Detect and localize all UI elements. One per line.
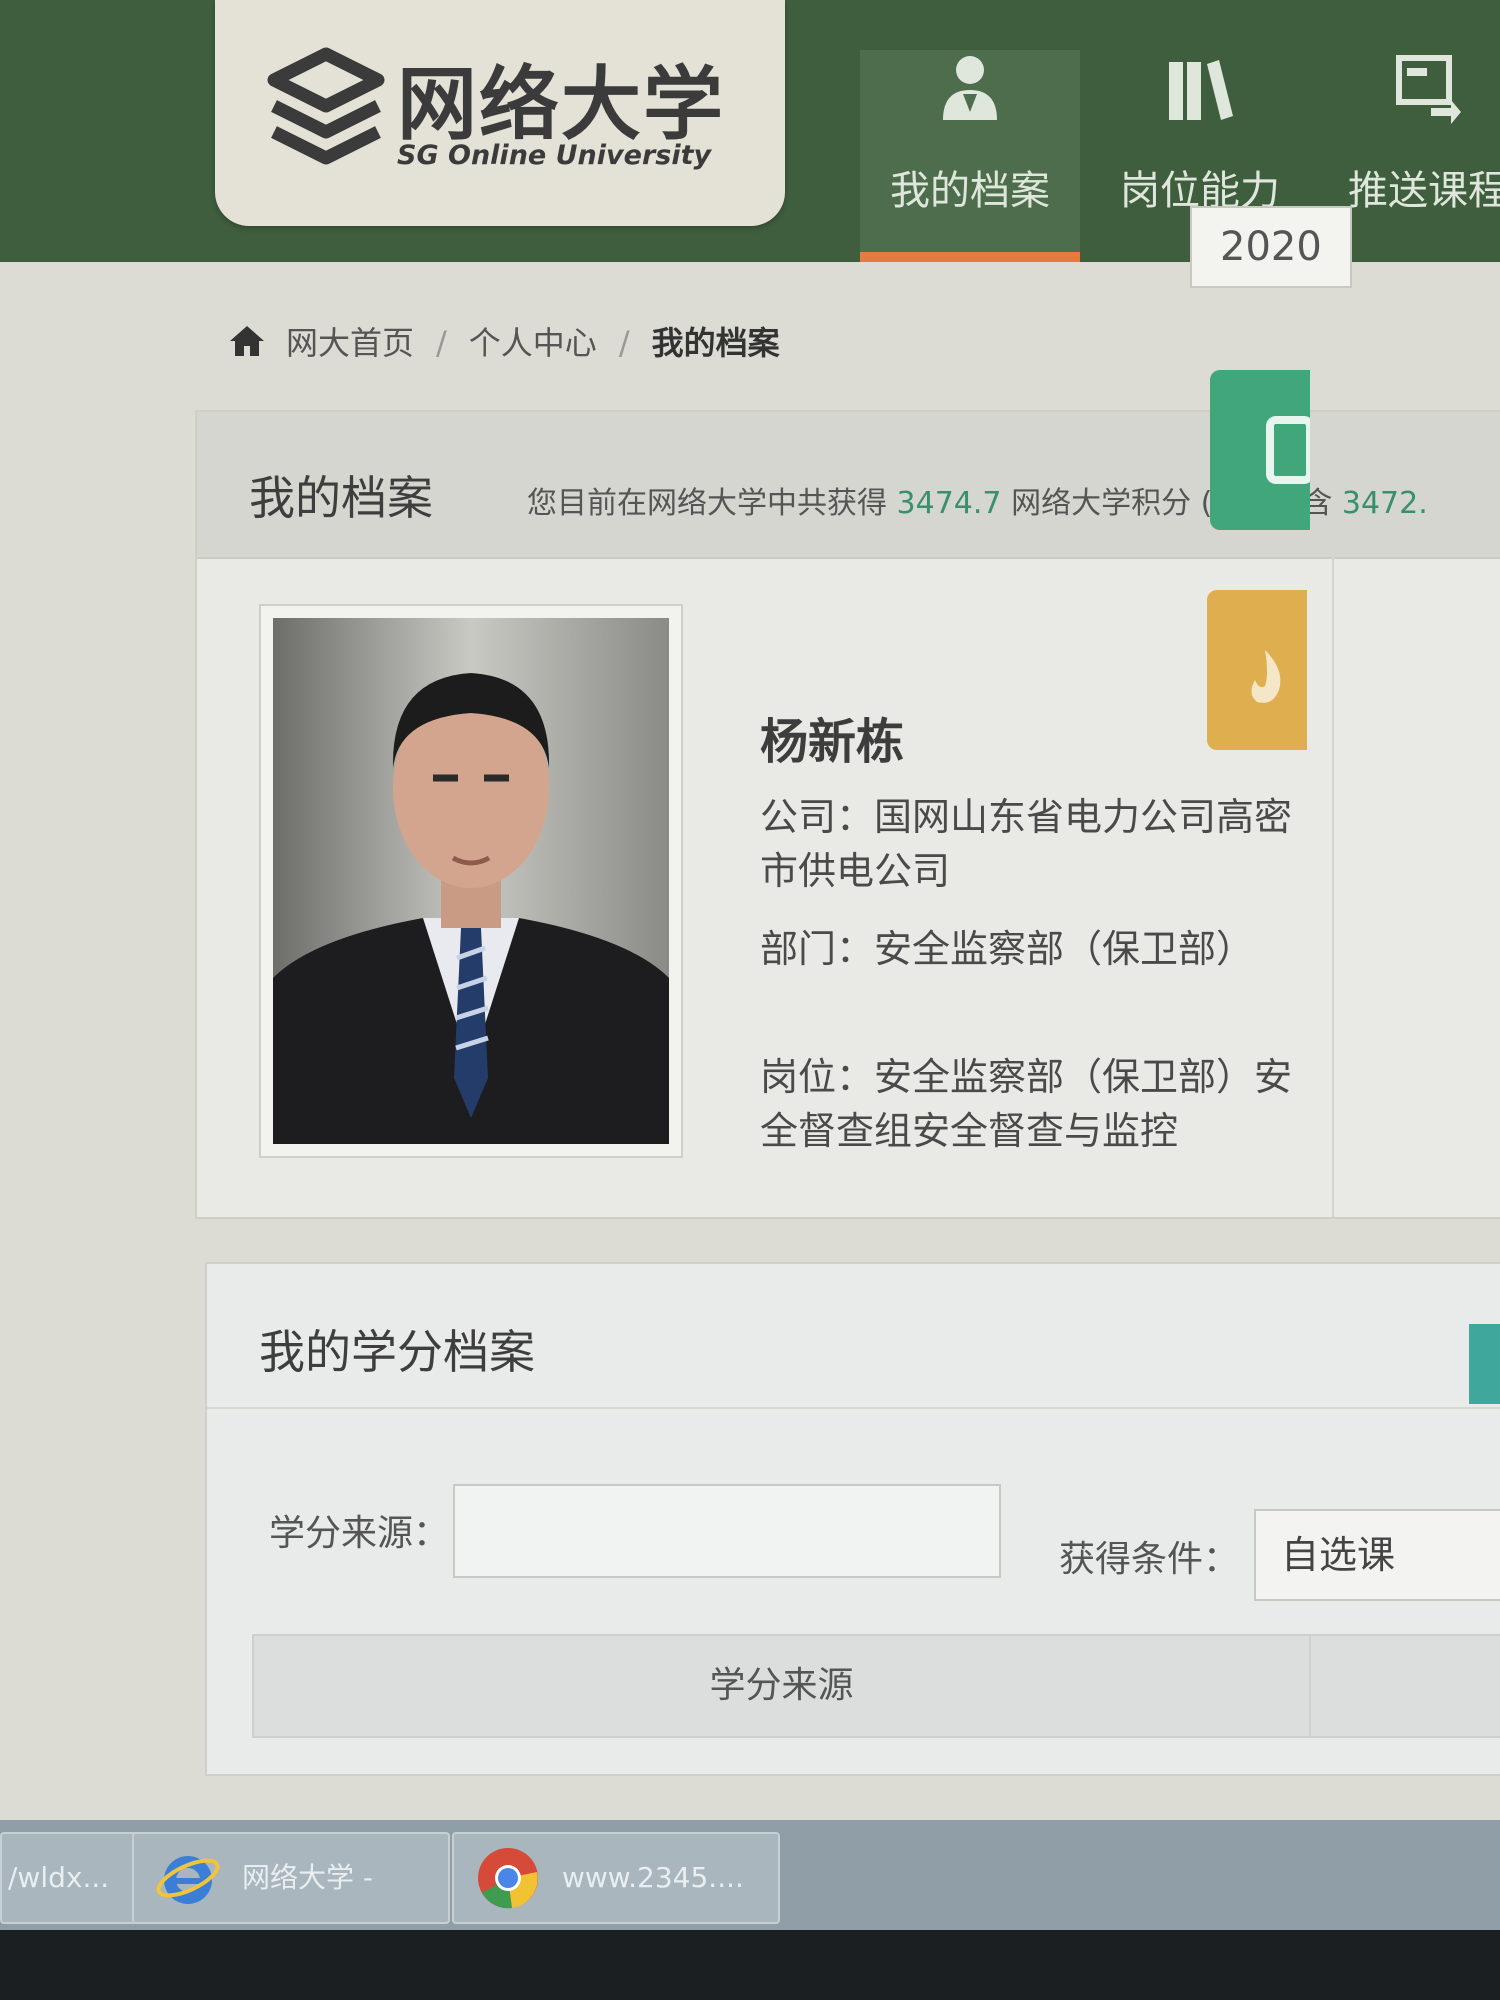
nav-label-my-profile: 我的档案 <box>890 168 1050 214</box>
profile-panel: 我的档案 您目前在网络大学中共获得 3474.7 网络大学积分 (其中包含 34… <box>195 410 1500 1219</box>
taskbar-item-explorer[interactable]: /wldx... <box>0 1832 138 1924</box>
credit-source-input[interactable] <box>453 1484 1001 1578</box>
points-sub: 3472. <box>1341 486 1428 521</box>
yellow-feature-tile[interactable] <box>1207 590 1307 750</box>
taskbar-item-chrome[interactable]: www.2345.... <box>452 1832 780 1924</box>
credit-source-label: 学分来源： <box>269 1513 450 1554</box>
home-icon[interactable] <box>228 324 266 358</box>
taskbar-item-ie[interactable]: 网络大学 - <box>132 1832 450 1924</box>
breadcrumb-personal-center-link[interactable]: 个人中心 <box>469 324 597 362</box>
year-select[interactable]: 2020 <box>1190 206 1352 288</box>
avatar <box>273 618 669 1144</box>
credit-archive-panel: 我的学分档案 学分来源： 获得条件： 自选课 学分来源 <box>205 1262 1500 1776</box>
breadcrumb-home-link[interactable]: 网大首页 <box>286 324 414 362</box>
ie-icon <box>156 1856 220 1904</box>
side-panel-divider <box>1332 557 1500 1217</box>
condition-select[interactable]: 自选课 <box>1254 1509 1500 1601</box>
condition-label: 获得条件： <box>1059 1539 1240 1580</box>
nav-active-underline <box>860 252 1080 262</box>
credit-table-header: 学分来源 <box>252 1634 1500 1738</box>
position-info: 岗位：安全监察部（保卫部）安全督查组安全督查与监控 <box>760 1055 1293 1153</box>
points-prefix: 您目前在网络大学中共获得 <box>527 486 887 521</box>
os-taskbar: /wldx... 网络大学 - www.2345.... <box>0 1820 1500 1930</box>
monitor-bezel <box>0 1930 1500 2000</box>
flame-icon <box>1251 650 1281 703</box>
teal-action-tab[interactable] <box>1469 1324 1500 1404</box>
breadcrumb-separator: / <box>618 324 630 362</box>
points-total: 3474.7 <box>896 486 1002 521</box>
logo-chinese-text: 网络大学 <box>397 57 725 151</box>
company-info: 公司：国网山东省电力公司高密市供电公司 <box>760 795 1293 893</box>
taskbar-chrome-label: www.2345.... <box>562 1861 744 1894</box>
page-title: 我的档案 <box>249 471 433 525</box>
nav-my-profile[interactable]: 我的档案 <box>860 50 1080 262</box>
panel-divider <box>207 1407 1500 1409</box>
breadcrumb-separator: / <box>436 324 447 362</box>
books-icon <box>1169 60 1233 120</box>
credit-archive-title: 我的学分档案 <box>259 1325 535 1379</box>
green-feature-tile[interactable] <box>1210 370 1314 530</box>
breadcrumb-current: 我的档案 <box>651 324 780 362</box>
push-course-icon <box>1396 55 1461 124</box>
breadcrumb: 网大首页 / 个人中心 / 我的档案 <box>228 318 780 364</box>
avatar-frame <box>259 604 683 1158</box>
document-icon <box>1266 416 1314 484</box>
taskbar-ie-label: 网络大学 - <box>242 1861 374 1894</box>
chrome-icon <box>478 1848 538 1909</box>
user-profile-icon <box>943 56 997 120</box>
site-logo[interactable]: 网络大学 SG Online University <box>215 0 785 226</box>
user-name: 杨新栋 <box>760 714 905 770</box>
table-header-credit-source[interactable]: 学分来源 <box>254 1636 1311 1736</box>
logo-english-text: SG Online University <box>397 140 712 171</box>
logo-icon <box>267 47 385 165</box>
